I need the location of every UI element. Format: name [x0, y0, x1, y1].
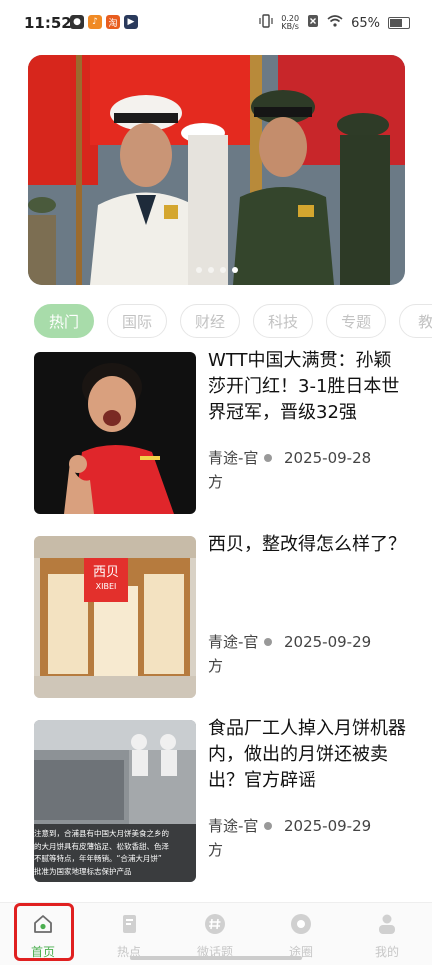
separator-dot — [264, 822, 272, 830]
tab-technology[interactable]: 科技 — [253, 304, 314, 338]
circle-icon — [290, 913, 312, 935]
article-meta: 青途-官方 2025-09-29 — [208, 630, 408, 678]
article-title[interactable]: 食品厂工人掉入月饼机器内，做出的月饼还被卖出？官方辟谣 — [208, 716, 408, 794]
carousel-dot[interactable] — [231, 267, 238, 273]
network-speed-unit: KB/s — [281, 22, 299, 31]
document-icon — [118, 913, 140, 935]
article-source: 青途-官方 — [208, 633, 259, 675]
thumbnail-brand-text: 西贝 — [92, 565, 119, 580]
banner-image — [28, 55, 405, 285]
article-meta: 青途-官方 2025-09-29 — [208, 814, 408, 862]
carousel-dot[interactable] — [207, 267, 214, 273]
wifi-icon — [327, 15, 343, 31]
nav-item-profile[interactable]: 我的 — [344, 903, 430, 965]
hashtag-icon — [204, 913, 226, 935]
notification-app-icon: ● — [70, 15, 84, 29]
status-time: 11:52 — [24, 14, 72, 32]
article-thumbnail: 注意到，合浦县有中国大月饼美食之乡的 的大月饼具有皮薄馅足、松软香甜、色泽 不腻… — [34, 720, 196, 882]
article-thumbnail: 西贝 XIBEI — [34, 536, 196, 698]
tab-international[interactable]: 国际 — [107, 304, 168, 338]
carousel-indicator — [195, 267, 238, 273]
article-title[interactable]: WTT中国大满贯：孙颖莎开门红！3-1胜日本世界冠军，晋级32强 — [208, 348, 408, 426]
separator-dot — [264, 638, 272, 646]
thumbnail-caption-line: 批准为国家地理标志保护产品 — [34, 866, 132, 876]
category-tabs: 热门 国际 财经 科技 专题教 — [34, 304, 432, 344]
gesture-bar[interactable] — [130, 956, 302, 960]
article-title[interactable]: 西贝，整改得怎么样了？ — [208, 532, 408, 558]
article-meta: 青途-官方 2025-09-28 — [208, 446, 408, 494]
tab-education[interactable]: 教 — [399, 304, 432, 338]
separator-dot — [264, 454, 272, 462]
nav-label: 我的 — [374, 945, 399, 959]
vibrate-icon — [259, 14, 273, 32]
notification-app-icon: ▶ — [124, 15, 138, 29]
sim-off-icon — [307, 14, 319, 32]
thumbnail-caption-line: 注意到，合浦县有中国大月饼美食之乡的 — [34, 829, 169, 838]
battery-icon — [388, 17, 410, 29]
thumbnail-caption-line: 的大月饼具有皮薄馅足、松软香甜、色泽 — [34, 841, 169, 851]
thumbnail-caption-line: 不腻等特点，年年畅销。“合浦大月饼” — [34, 854, 162, 863]
status-bar: 11:52 ● ♪ 淘 ▶ 0.20 KB/s 65% — [0, 0, 432, 48]
tab-finance[interactable]: 财经 — [180, 304, 241, 338]
carousel-dot[interactable] — [219, 267, 226, 273]
notification-app-icon: ♪ — [88, 15, 102, 29]
thumbnail-brand-subtext: XIBEI — [95, 582, 117, 591]
article-item[interactable]: 西贝 XIBEI 西贝，整改得怎么样了？ 青途-官方 2025-09-29 — [34, 534, 414, 698]
article-thumbnail — [34, 352, 196, 514]
tab-hot[interactable]: 热门 — [34, 304, 95, 338]
article-date: 2025-09-28 — [284, 449, 372, 467]
article-source: 青途-官方 — [208, 817, 259, 859]
article-date: 2025-09-29 — [284, 817, 372, 835]
user-icon — [376, 913, 398, 935]
banner-carousel[interactable] — [28, 55, 405, 285]
article-item[interactable]: 注意到，合浦县有中国大月饼美食之乡的 的大月饼具有皮薄馅足、松软香甜、色泽 不腻… — [34, 718, 414, 882]
tab-special-topic[interactable]: 专题 — [326, 304, 387, 338]
article-item[interactable]: WTT中国大满贯：孙颖莎开门红！3-1胜日本世界冠军，晋级32强 青途-官方 20… — [34, 350, 414, 514]
battery-text: 65% — [351, 15, 380, 31]
article-date: 2025-09-29 — [284, 633, 372, 651]
network-speed: 0.20 KB/s — [281, 15, 299, 31]
carousel-dot[interactable] — [195, 267, 202, 273]
selection-highlight — [14, 903, 74, 961]
article-source: 青途-官方 — [208, 449, 259, 491]
notification-app-icon: 淘 — [106, 15, 120, 29]
